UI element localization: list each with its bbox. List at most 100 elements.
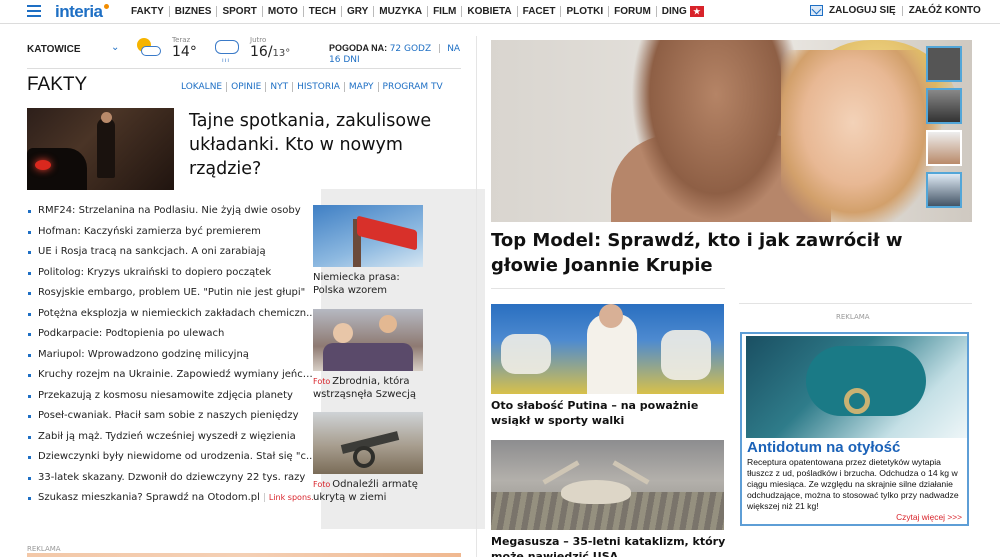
sponsored-separator [263,492,265,502]
list-item[interactable]: Potężna eksplozja w niemieckich zakładac… [27,304,317,325]
subnav-program-tv[interactable]: PROGRAM TV [379,82,447,92]
story-image[interactable] [491,440,724,530]
sponsored-link[interactable]: Szukasz mieszkania? Sprawdź na Otodom.pl… [27,488,317,509]
ad-text: Receptura opatentowana przez dietetyków … [747,457,959,511]
lead-story-image[interactable] [27,108,174,190]
top-bar: interia FAKTY BIZNES SPORT MOTO TECH GRY… [0,0,1000,24]
forecast-separator [438,44,440,54]
list-item[interactable]: Politolog: Kryzys ukraiński to dopiero p… [27,263,317,284]
side-story-1[interactable]: Niemiecka prasa: Polska wzorem [313,205,423,297]
weather-divider [27,68,461,69]
subnav-nyt[interactable]: NYT [266,82,294,92]
nav-fakty[interactable]: FAKTY [131,6,170,17]
story-title[interactable]: Megasusza – 35-letni kataklizm, który mo… [491,534,731,557]
nav-biznes[interactable]: BIZNES [170,6,218,17]
forecast-links: POGODA NA: 72 GODZ NA 16 DNI [329,43,461,65]
nav-facet[interactable]: FACET [518,6,562,17]
hero-thumbnail[interactable] [926,88,962,124]
hero-thumbnail[interactable] [926,46,962,82]
side-story-caption: Foto Zbrodnia, która wstrząsnęła Szwecją [313,375,423,401]
hero-thumbnail[interactable] [926,172,962,208]
ad-image[interactable] [746,336,967,438]
nav-kobieta[interactable]: KOBIETA [462,6,518,17]
tomorrow-temp: 16/13° [250,44,290,60]
list-item[interactable]: Poseł-cwaniak. Płacił sam sobie z naszyc… [27,406,317,427]
story-image[interactable] [491,304,724,394]
list-item[interactable]: Podkarpacie: Podtopienia po ulewach [27,324,317,345]
tomorrow-low: 13° [272,48,291,59]
ad-title[interactable]: Antidotum na otyłość [747,439,900,456]
side-story-caption: Niemiecka prasa: Polska wzorem [313,271,423,297]
hero-thumbnail[interactable] [926,130,962,166]
side-story-image[interactable] [313,309,423,371]
list-item[interactable]: Zabił ją mąż. Tydzień wcześniej wyszedł … [27,427,317,448]
column-divider [476,36,477,557]
ad-read-more-link[interactable]: Czytaj więcej >>> [896,512,962,522]
nav-tech[interactable]: TECH [304,6,342,17]
nav-film[interactable]: FILM [428,6,463,17]
subnav-lokalne[interactable]: LOKALNE [181,82,228,92]
subnav-historia[interactable]: HISTORIA [293,82,345,92]
login-area: ZALOGUJ SIĘ ZAŁÓŻ KONTO [810,5,981,16]
story-title[interactable]: Oto słabość Putina – na poważnie wsiąkł … [491,398,731,428]
star-icon: ★ [689,6,704,17]
side-story-caption: Foto Odnaleźli armatę ukrytą w ziemi [313,478,423,504]
list-item[interactable]: Dziewczynki były niewidome od urodzenia.… [27,447,317,468]
rain-cloud-icon: ııı [213,36,241,64]
list-item[interactable]: Hofman: Kaczyński zamierza być premierem [27,222,317,243]
sponsored-text: Szukasz mieszkania? Sprawdź na Otodom.pl [38,492,260,503]
ad-label: REKLAMA [836,313,870,321]
forecast-label: POGODA NA: [329,43,388,53]
side-story-2[interactable]: Foto Zbrodnia, która wstrząsnęła Szwecją [313,309,423,401]
login-link[interactable]: ZALOGUJ SIĘ [829,5,896,16]
mail-icon[interactable] [810,5,823,16]
hero-thumbnails [926,46,964,214]
hero-title[interactable]: Top Model: Sprawdź, kto i jak zawrócił w… [491,228,961,278]
forecast-72h-link[interactable]: 72 GODZ [390,44,431,54]
section-title[interactable]: FAKTY [27,74,87,96]
list-item[interactable]: Przekazują z kosmosu niesamowite zdjęcia… [27,386,317,407]
list-item[interactable]: Kruchy rozejm na Ukrainie. Zapowiedź wym… [27,365,317,386]
nav-moto[interactable]: MOTO [263,6,304,17]
ad-banner-bottom[interactable] [27,553,461,557]
ad-box[interactable]: Antidotum na otyłość Receptura opatentow… [740,332,969,526]
hero-image[interactable] [491,40,972,222]
tomorrow-label: Jutro [250,36,267,44]
partly-cloudy-icon [135,36,163,62]
subnav-mapy[interactable]: MAPY [345,82,379,92]
list-item[interactable]: Mariupol: Wprowadzono godzinę milicyjną [27,345,317,366]
nav-forum[interactable]: FORUM [609,6,657,17]
nav-gry[interactable]: GRY [342,6,375,17]
subnav-opinie[interactable]: OPINIE [227,82,267,92]
nav-muzyka[interactable]: MUZYKA [374,6,429,17]
nav-plotki[interactable]: PLOTKI [561,6,610,17]
side-story-image[interactable] [313,205,423,267]
list-item[interactable]: 33-latek skazany. Dzwonił do dziewczyny … [27,468,317,489]
sponsored-tag: Link spons. [268,493,314,502]
login-separator [901,5,903,16]
ad-divider [739,303,972,304]
photo-tag: Foto [313,480,331,489]
photo-tag: Foto [313,377,331,386]
menu-icon[interactable] [27,5,41,17]
side-story-3[interactable]: Foto Odnaleźli armatę ukrytą w ziemi [313,412,423,504]
city-select[interactable]: KATOWICE [27,44,81,55]
lead-story-title[interactable]: Tajne spotkania, zakulisowe układanki. K… [189,109,465,181]
now-temp: 14° [172,44,197,60]
site-logo[interactable]: interia [55,2,109,22]
nav-sport[interactable]: SPORT [217,6,263,17]
side-story-text: Niemiecka prasa: Polska wzorem [313,272,400,296]
main-nav: FAKTY BIZNES SPORT MOTO TECH GRY MUZYKA … [131,6,709,17]
nav-ding[interactable]: DING ★ [657,6,709,17]
side-story-image[interactable] [313,412,423,474]
chevron-down-icon[interactable]: ⌄ [111,42,119,53]
list-item[interactable]: RMF24: Strzelanina na Podlasiu. Nie żyją… [27,201,317,222]
story-divider [491,288,725,289]
fakty-subnav: LOKALNE OPINIE NYT HISTORIA MAPY PROGRAM… [181,82,447,92]
register-link[interactable]: ZAŁÓŻ KONTO [909,5,981,16]
weather-widget: KATOWICE ⌄ Teraz 14° ııı Jutro 16/13° PO… [27,36,461,66]
list-item[interactable]: UE i Rosja tracą na sankcjach. A oni zar… [27,242,317,263]
nav-ding-label: DING [661,6,687,17]
headline-list: RMF24: Strzelanina na Podlasiu. Nie żyją… [27,201,317,509]
list-item[interactable]: Rosyjskie embargo, problem UE. "Putin ni… [27,283,317,304]
